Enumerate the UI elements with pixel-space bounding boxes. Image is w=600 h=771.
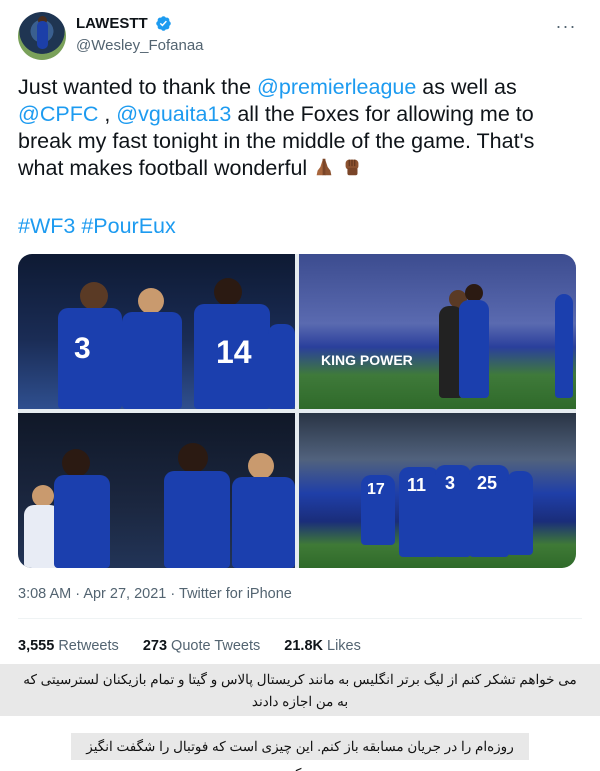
quotes-count: 273: [142, 638, 168, 654]
divider: [18, 618, 582, 619]
tweet-stats: 3,555 Retweets 273 Quote Tweets 21.8K Li…: [18, 638, 381, 654]
meta-separator: ·: [75, 586, 81, 602]
players-embracing-photo[interactable]: KING POWER: [299, 254, 576, 409]
mention-vguaita13[interactable]: @vguaita13: [116, 102, 231, 126]
media-grid: 3 14 KING POWER 17 11 3 25: [18, 254, 576, 568]
hashtags: #WF3 #PourEux: [18, 214, 176, 239]
verified-badge-icon: [156, 16, 171, 32]
tweet-date[interactable]: Apr 27, 2021: [83, 586, 166, 602]
player-figure: [459, 300, 489, 398]
player-head: [62, 449, 90, 477]
quote-tweets-stat[interactable]: 273 Quote Tweets: [143, 638, 260, 654]
jersey-number: 3: [74, 332, 91, 365]
tweet-text: Just wanted to thank the @premierleague …: [18, 74, 578, 182]
player-head: [32, 485, 54, 507]
more-horizontal-icon[interactable]: ···: [554, 16, 578, 36]
player-figure: [54, 475, 110, 568]
player-figure: [555, 294, 573, 398]
folded-hands-icon: [316, 158, 332, 176]
jersey-number: 25: [477, 473, 498, 493]
stadium-banner: KING POWER: [321, 352, 413, 368]
players-celebrating-photo[interactable]: 3 14: [18, 254, 295, 409]
player-head: [138, 288, 164, 314]
retweets-stat[interactable]: 3,555 Retweets: [18, 638, 119, 654]
hashtag-wf3[interactable]: #WF3: [18, 214, 75, 238]
player-figure: [507, 471, 533, 555]
tweet-text-segment: as well as: [416, 75, 517, 99]
retweets-label: Retweets: [58, 638, 119, 654]
mention-cpfc[interactable]: @CPFC: [18, 102, 98, 126]
likes-label: Likes: [327, 638, 361, 654]
player-head: [214, 278, 242, 306]
tweet-header: LAWESTT @Wesley_Fofanaa ···: [18, 12, 582, 64]
author-info: LAWESTT @Wesley_Fofanaa: [76, 15, 204, 54]
likes-count: 21.8K: [284, 638, 323, 654]
players-high-five-photo[interactable]: [18, 413, 295, 568]
tweet-text-segment: Just wanted to thank the: [18, 75, 258, 99]
tweet-text-segment: ,: [98, 102, 117, 126]
avatar[interactable]: [18, 12, 66, 60]
tweet-card: LAWESTT @Wesley_Fofanaa ··· Just wanted …: [0, 0, 600, 660]
likes-stat[interactable]: 21.8K Likes: [284, 638, 361, 654]
translation-caption-2: روزه‌ام را در جریان مسابقه باز کنم. این …: [71, 733, 529, 771]
hashtag-poureux[interactable]: #PourEux: [81, 214, 175, 238]
team-huddle-photo[interactable]: 17 11 3 25: [299, 413, 576, 568]
retweets-count: 3,555: [18, 638, 55, 654]
player-head: [80, 282, 108, 310]
player-head: [248, 453, 274, 479]
tweet-source[interactable]: Twitter for iPhone: [179, 586, 292, 602]
translation-caption-2-wrapper: روزه‌ام را در جریان مسابقه باز کنم. این …: [0, 716, 600, 771]
jersey-number: 17: [367, 481, 385, 498]
player-figure: [164, 471, 230, 568]
mention-premierleague[interactable]: @premierleague: [257, 75, 416, 99]
raised-fist-icon: [345, 159, 359, 176]
player-figure: [122, 312, 182, 409]
tweet-time[interactable]: 3:08 AM: [18, 586, 71, 602]
display-name[interactable]: LAWESTT: [76, 15, 148, 32]
handle[interactable]: @Wesley_Fofanaa: [76, 37, 204, 54]
player-figure: [268, 324, 295, 409]
player-head: [178, 443, 208, 473]
jersey-number: 14: [216, 334, 252, 370]
tweet-meta: 3:08 AM · Apr 27, 2021 · Twitter for iPh…: [18, 586, 292, 602]
translation-caption-1: می خواهم تشکر کنم از لیگ برتر انگلیس به …: [0, 664, 600, 716]
jersey-number: 11: [407, 475, 427, 495]
avatar-figure: [37, 21, 48, 49]
quotes-label: Quote Tweets: [171, 638, 261, 654]
jersey-number: 3: [445, 473, 456, 493]
meta-separator: ·: [170, 586, 176, 602]
player-figure: [232, 477, 295, 568]
